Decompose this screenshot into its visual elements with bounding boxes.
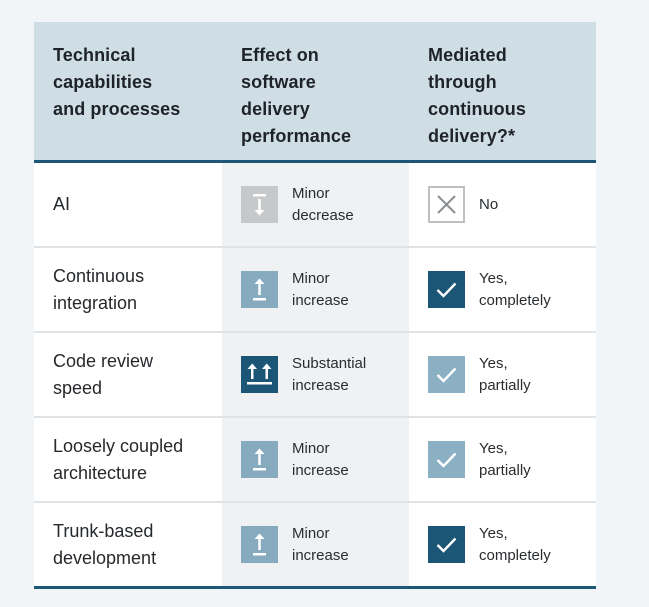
- capability-name: Loosely coupled: [53, 435, 184, 456]
- mediated-cell: Yes, completely: [409, 248, 596, 331]
- effect-label: Minor increase: [292, 268, 349, 312]
- effect-label-line: decrease: [292, 206, 354, 224]
- effect-label: Minor decrease: [292, 183, 354, 227]
- effect-cell: Substantial increase: [222, 333, 409, 416]
- table-header: Technical capabilities and processes Eff…: [34, 22, 596, 163]
- table-row: Trunk-based development Minor increase Y…: [34, 503, 596, 589]
- mediated-label-line: partially: [479, 376, 531, 394]
- capability-cell: Code review speed: [34, 333, 222, 416]
- header-line: Mediated: [428, 45, 507, 65]
- mediated-label-line: completely: [479, 546, 551, 564]
- table-row: Loosely coupled architecture Minor incre…: [34, 418, 596, 503]
- effect-label: Minor increase: [292, 438, 349, 482]
- header-mediated: Mediated through continuous delivery?*: [409, 22, 596, 160]
- effect-label-line: Minor: [292, 269, 330, 287]
- table-row: Code review speed Substantial increase Y…: [34, 333, 596, 418]
- header-capabilities: Technical capabilities and processes: [34, 22, 222, 160]
- mediated-label: Yes, completely: [479, 523, 551, 567]
- check-partial-icon: [428, 441, 465, 478]
- mediated-label-line: Yes,: [479, 439, 508, 457]
- capability-name: architecture: [53, 462, 148, 483]
- mediated-label-line: Yes,: [479, 524, 508, 542]
- capabilities-table: Technical capabilities and processes Eff…: [34, 22, 596, 589]
- minor-decrease-icon: [241, 186, 278, 223]
- capability-name: speed: [53, 377, 103, 398]
- capability-cell: Loosely coupled architecture: [34, 418, 222, 501]
- header-line: through: [428, 72, 497, 92]
- check-complete-icon: [428, 526, 465, 563]
- mediated-label: Yes, partially: [479, 353, 531, 397]
- mediated-label-line: No: [479, 195, 499, 213]
- table-row: Continuous integration Minor increase Ye…: [34, 248, 596, 333]
- header-line: continuous: [428, 99, 526, 119]
- mediated-label: No: [479, 194, 498, 216]
- minor-increase-icon: [241, 271, 278, 308]
- capability-cell: Continuous integration: [34, 248, 222, 331]
- header-line: performance: [241, 126, 352, 146]
- effect-label-line: increase: [292, 546, 349, 564]
- capability-name: Trunk-based: [53, 520, 154, 541]
- no-x-icon: [428, 186, 465, 223]
- effect-cell: Minor increase: [222, 418, 409, 501]
- mediated-label-line: Yes,: [479, 269, 508, 287]
- effect-label: Minor increase: [292, 523, 349, 567]
- mediated-cell: No: [409, 163, 596, 246]
- header-effect: Effect on software delivery performance: [222, 22, 409, 160]
- header-line: software: [241, 72, 316, 92]
- effect-cell: Minor increase: [222, 248, 409, 331]
- header-line: delivery: [241, 99, 310, 119]
- effect-label-line: Minor: [292, 439, 330, 457]
- header-line: and processes: [53, 99, 181, 119]
- capability-cell: Trunk-based development: [34, 503, 222, 586]
- capability-name: development: [53, 547, 157, 568]
- minor-increase-icon: [241, 526, 278, 563]
- check-partial-icon: [428, 356, 465, 393]
- mediated-label: Yes, completely: [479, 268, 551, 312]
- effect-cell: Minor increase: [222, 503, 409, 586]
- effect-label-line: increase: [292, 291, 349, 309]
- table-row: AI Minor decrease No: [34, 163, 596, 248]
- mediated-cell: Yes, completely: [409, 503, 596, 586]
- header-line: Technical: [53, 45, 136, 65]
- capability-cell: AI: [34, 163, 222, 246]
- mediated-label: Yes, partially: [479, 438, 531, 482]
- effect-cell: Minor decrease: [222, 163, 409, 246]
- header-line: capabilities: [53, 72, 153, 92]
- capability-name: AI: [53, 194, 71, 214]
- effect-label-line: increase: [292, 376, 349, 394]
- minor-increase-icon: [241, 441, 278, 478]
- mediated-cell: Yes, partially: [409, 418, 596, 501]
- mediated-label-line: partially: [479, 461, 531, 479]
- check-complete-icon: [428, 271, 465, 308]
- capability-name: integration: [53, 292, 138, 313]
- effect-label-line: increase: [292, 461, 349, 479]
- capability-name: Continuous: [53, 265, 145, 286]
- effect-label-line: Minor: [292, 184, 330, 202]
- header-line: delivery?*: [428, 126, 516, 146]
- effect-label: Substantial increase: [292, 353, 366, 397]
- effect-label-line: Substantial: [292, 354, 367, 372]
- header-line: Effect on: [241, 45, 319, 65]
- mediated-label-line: Yes,: [479, 354, 508, 372]
- mediated-label-line: completely: [479, 291, 551, 309]
- mediated-cell: Yes, partially: [409, 333, 596, 416]
- capability-name: Code review: [53, 350, 154, 371]
- substantial-increase-icon: [241, 356, 278, 393]
- effect-label-line: Minor: [292, 524, 330, 542]
